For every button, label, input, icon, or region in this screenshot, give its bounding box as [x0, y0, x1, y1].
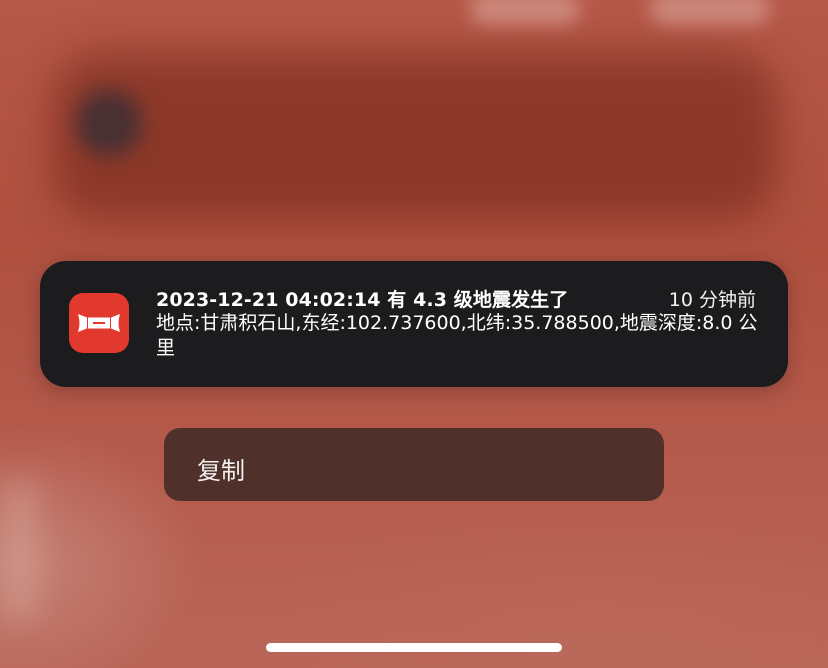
blurred-background-card [52, 52, 778, 220]
blurred-background-shape [650, 0, 770, 24]
blurred-background-avatar [76, 90, 142, 156]
blurred-background-shape [0, 480, 40, 620]
copy-menu-label: 复制 [197, 457, 245, 485]
notification-title: 2023-12-21 04:02:14 有 4.3 级地震发生了 [156, 289, 569, 311]
notification-timestamp: 10 分钟前 [668, 289, 756, 311]
scroll-icon [69, 293, 129, 353]
copy-menu-item[interactable]: 复制 [164, 428, 664, 501]
home-indicator[interactable] [266, 643, 562, 652]
blurred-background-shape [470, 0, 580, 24]
notification-body: 地点:甘肃积石山,东经:102.737600,北纬:35.788500,地震深度… [156, 312, 758, 359]
notification-banner[interactable]: 2023-12-21 04:02:14 有 4.3 级地震发生了 10 分钟前 … [40, 261, 788, 387]
